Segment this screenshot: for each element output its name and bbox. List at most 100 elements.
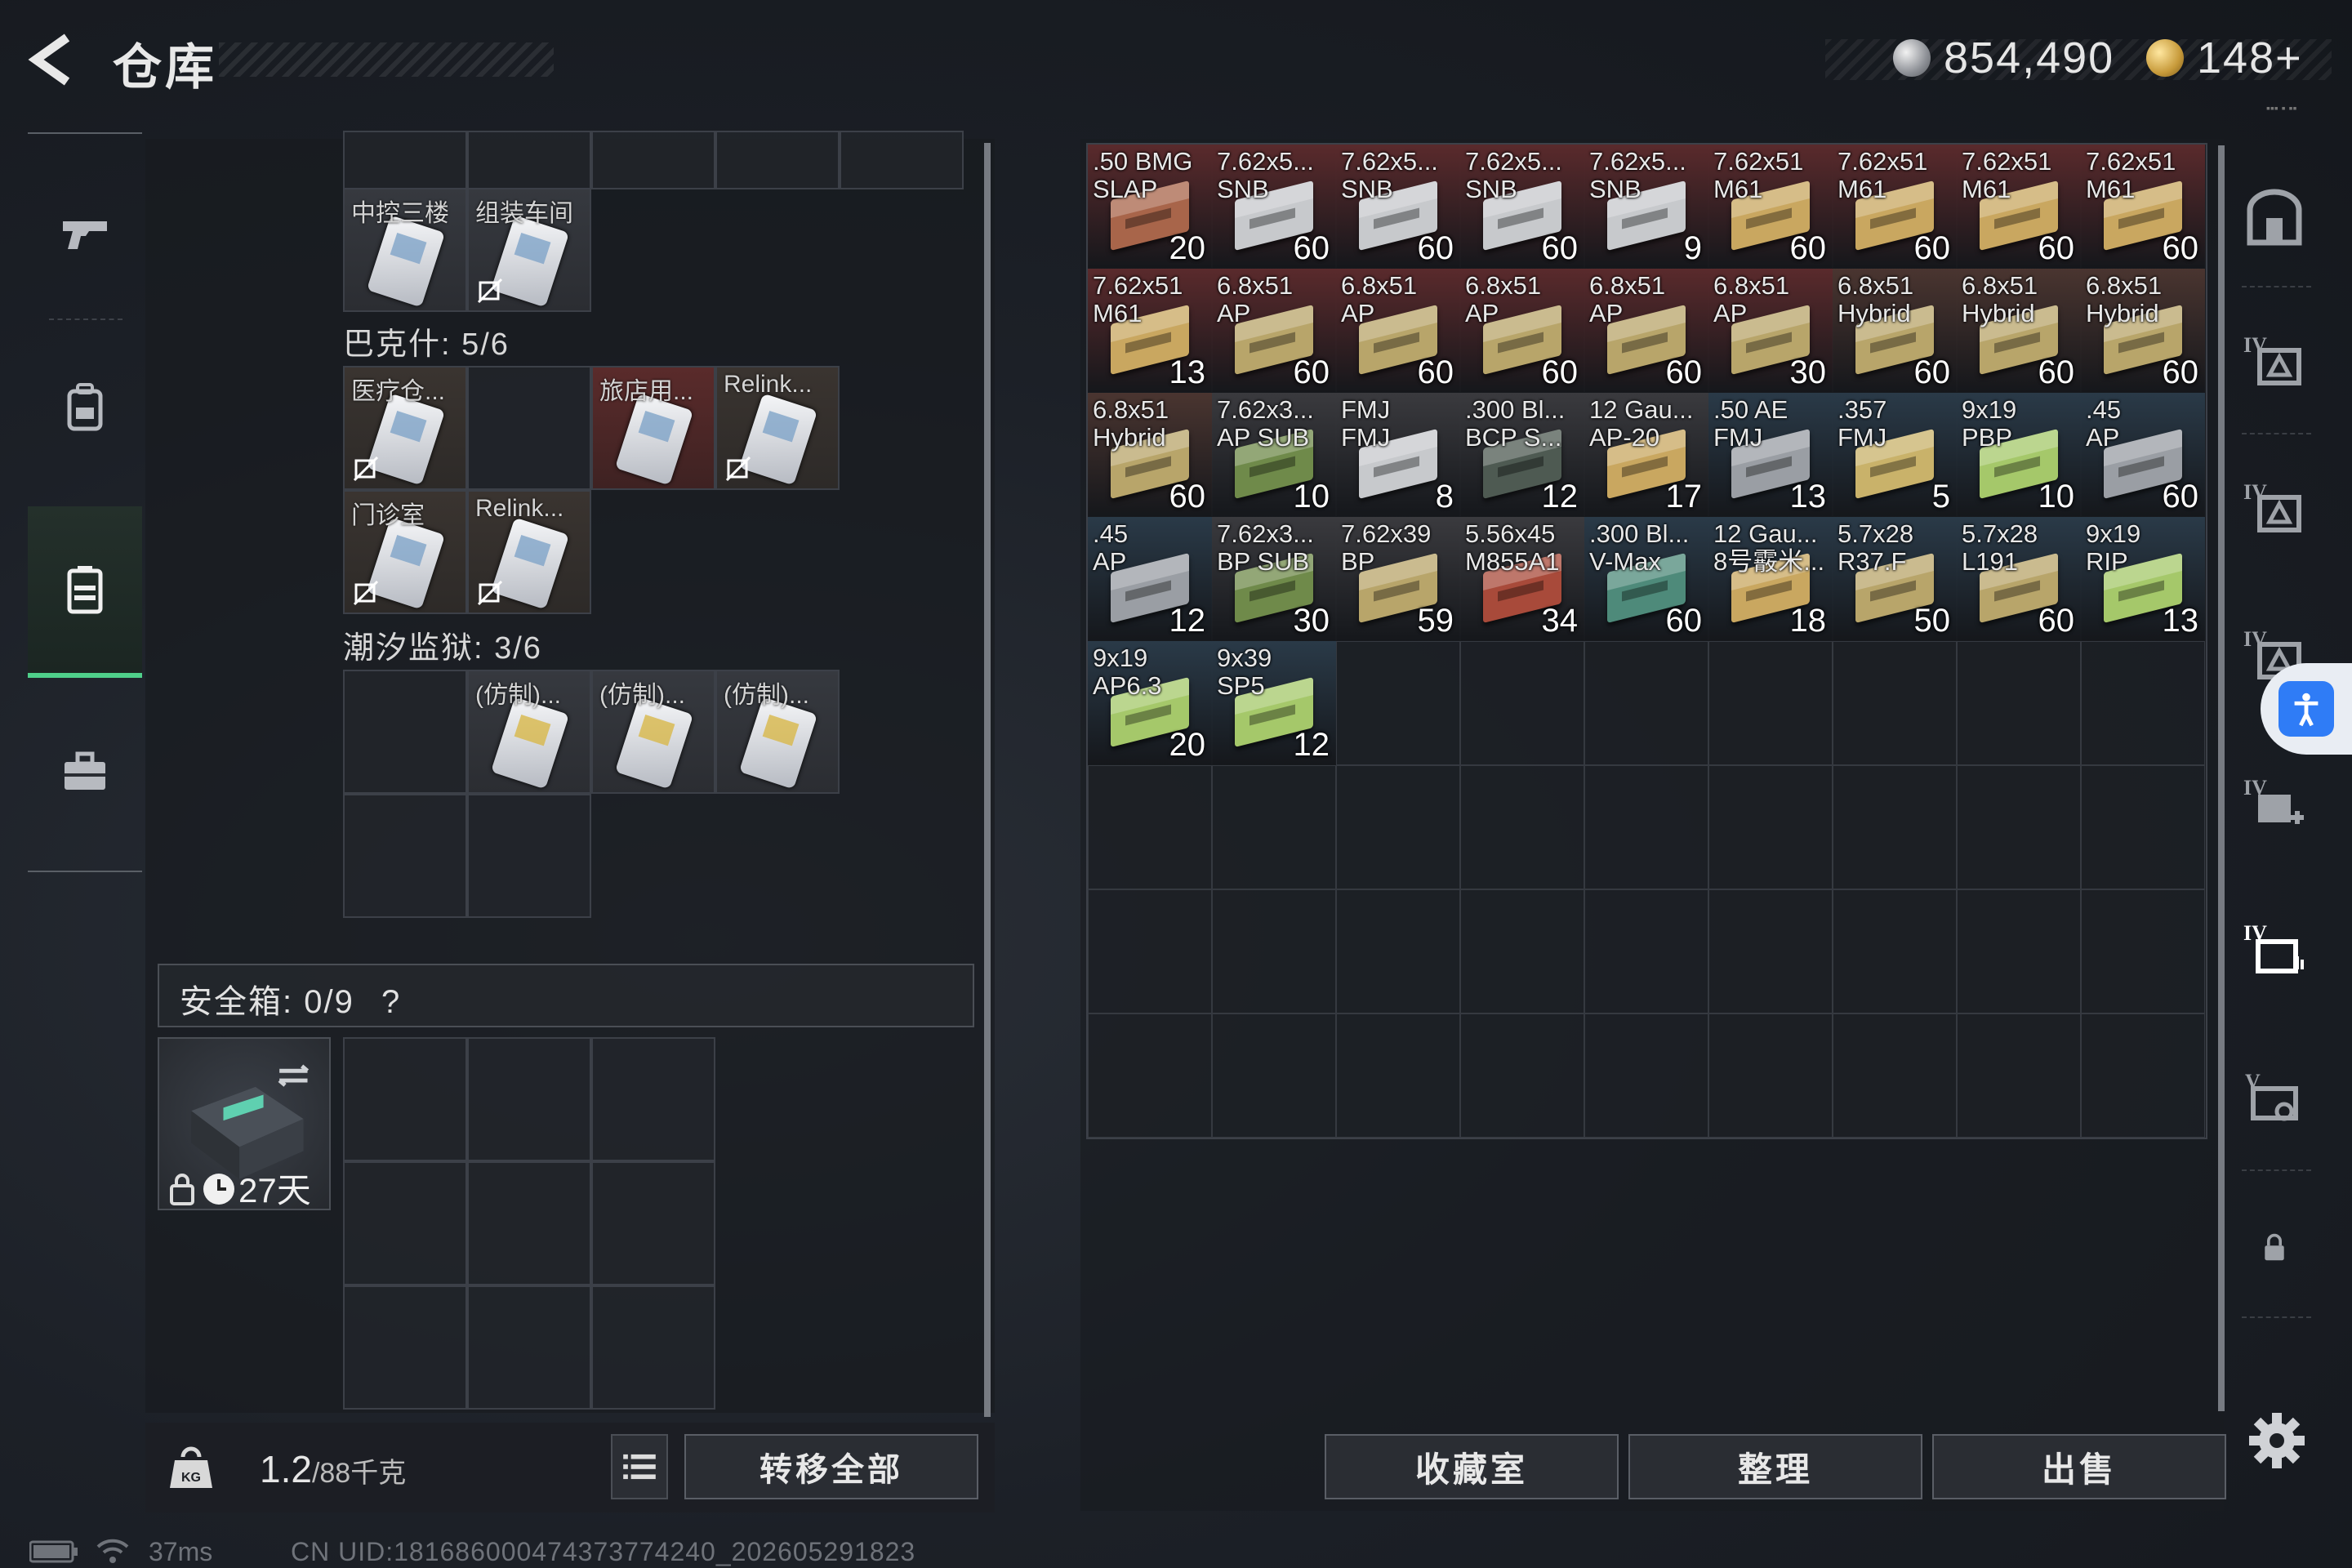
ammo-item[interactable]: 7.62x51 M61 60: [2081, 145, 2205, 269]
ammo-item[interactable]: .300 Bl... BCP S... 12: [1460, 393, 1584, 517]
ammo-item[interactable]: 6.8x51 AP 60: [1584, 269, 1708, 393]
tab-tier4-medkit[interactable]: IV: [2238, 768, 2311, 841]
tab-tier4-armor-2[interactable]: IV: [2238, 472, 2311, 546]
grid-cell: [1212, 765, 1336, 889]
safe-box-slot[interactable]: [591, 1037, 715, 1161]
keycard-icon: [490, 697, 570, 790]
ammo-item[interactable]: 7.62x51 M61 60: [1833, 145, 1957, 269]
ammo-item[interactable]: 6.8x51 Hybrid 60: [2081, 269, 2205, 393]
grid-cell: [1336, 1013, 1460, 1138]
ammo-item[interactable]: 12 Gau... AP-20 17: [1584, 393, 1708, 517]
ping-value: 37ms: [149, 1537, 213, 1566]
key-card-replica-3[interactable]: (仿制)...: [715, 670, 840, 794]
svg-text:IV: IV: [2243, 627, 2267, 651]
wifi-icon: [96, 1539, 129, 1563]
left-scrollbar-thumb[interactable]: [984, 143, 991, 1417]
safe-box-slot[interactable]: [467, 1161, 591, 1285]
ammo-item[interactable]: 6.8x51 AP 60: [1460, 269, 1584, 393]
safe-box-slot[interactable]: [343, 1161, 467, 1285]
ammo-item[interactable]: 6.8x51 AP 60: [1336, 269, 1460, 393]
ammo-item[interactable]: 6.8x51 AP 30: [1708, 269, 1833, 393]
ammo-item[interactable]: 6.8x51 Hybrid 60: [1833, 269, 1957, 393]
key-card-central-3f[interactable]: 中控三楼: [343, 188, 467, 312]
key-label: 医疗仓...: [351, 378, 446, 405]
safe-box-slot[interactable]: [343, 1285, 467, 1410]
settings-button[interactable]: [2244, 1408, 2310, 1473]
tab-storage[interactable]: [28, 506, 142, 678]
ammo-item[interactable]: FMJ FMJ 8: [1336, 393, 1460, 517]
ammo-item[interactable]: 6.8x51 Hybrid 60: [1957, 269, 2081, 393]
ammo-item[interactable]: 5.56x45 M855A1 34: [1460, 517, 1584, 641]
collection-room-button[interactable]: 收藏室: [1325, 1434, 1619, 1499]
ammo-item[interactable]: 7.62x51 M61 60: [1957, 145, 2081, 269]
key-card-replica-1[interactable]: (仿制)...: [467, 670, 591, 794]
tab-toolbox[interactable]: [28, 691, 142, 854]
list-view-button[interactable]: [611, 1434, 668, 1499]
tab-vault[interactable]: [2238, 181, 2311, 255]
ammo-item[interactable]: 7.62x5... SNB 60: [1336, 145, 1460, 269]
grid-cell: [1460, 641, 1584, 765]
ammo-item[interactable]: .357 FMJ 5: [1833, 393, 1957, 517]
ammo-quantity: 60: [2038, 603, 2075, 639]
grid-cell: [1088, 889, 1212, 1013]
ammo-item[interactable]: .50 BMG SLAP 20: [1088, 145, 1212, 269]
ammo-item[interactable]: .50 AE FMJ 13: [1708, 393, 1833, 517]
safe-box-slot[interactable]: [591, 1161, 715, 1285]
ammo-quantity: 60: [2038, 354, 2075, 390]
ammo-item[interactable]: .45 AP 60: [2081, 393, 2205, 517]
safe-box-slot[interactable]: [343, 1037, 467, 1161]
ammo-name: 7.62x5... SNB: [1465, 147, 1562, 203]
ammo-item[interactable]: 9x39 SP5 12: [1212, 641, 1336, 765]
toolbox-icon: [65, 751, 105, 790]
ammo-item[interactable]: 9x19 RIP 13: [2081, 517, 2205, 641]
grid-cell: [1833, 1013, 1957, 1138]
sell-button[interactable]: 出售: [1932, 1434, 2226, 1499]
key-card-assembly[interactable]: 组装车间: [467, 188, 591, 312]
ammo-item[interactable]: 7.62x5... SNB 60: [1460, 145, 1584, 269]
ammo-item[interactable]: .300 Bl... V-Max 60: [1584, 517, 1708, 641]
tab-tier4-armor-1[interactable]: IV: [2238, 325, 2311, 399]
organize-button[interactable]: 整理: [1628, 1434, 1922, 1499]
ammo-item[interactable]: 12 Gau... 8号霰米... 18: [1708, 517, 1833, 641]
right-scrollbar[interactable]: [2218, 145, 2225, 1411]
weight-display: 1.2/88千克: [260, 1447, 406, 1491]
key-card-replica-2[interactable]: (仿制)...: [591, 670, 715, 794]
transfer-all-button[interactable]: 转移全部: [684, 1434, 978, 1499]
ammo-item[interactable]: 7.62x39 BP 59: [1336, 517, 1460, 641]
key-slot[interactable]: [343, 131, 467, 189]
gold-currency-value[interactable]: 148+: [2197, 33, 2303, 83]
tab-locked[interactable]: [2238, 1210, 2311, 1284]
ammo-item[interactable]: 7.62x51 M61 60: [1708, 145, 1833, 269]
ammo-quantity: 20: [1169, 727, 1206, 763]
ammo-item[interactable]: 9x19 AP6.3 20: [1088, 641, 1212, 765]
key-card-medical[interactable]: 医疗仓...: [343, 366, 467, 490]
tab-weapons[interactable]: [28, 150, 142, 314]
ammo-item[interactable]: 9x19 PBP 10: [1957, 393, 2081, 517]
ammo-item[interactable]: 6.8x51 Hybrid 60: [1088, 393, 1212, 517]
safe-box-slot[interactable]: [591, 1285, 715, 1410]
tab-tier4-ammo-case[interactable]: IV: [2238, 913, 2311, 987]
ammo-item[interactable]: 5.7x28 L191 60: [1957, 517, 2081, 641]
ammo-item[interactable]: 6.8x51 AP 60: [1212, 269, 1336, 393]
key-card-relink-1[interactable]: Relink...: [715, 366, 840, 490]
ammo-quantity: 60: [1417, 354, 1454, 390]
back-button[interactable]: [24, 31, 82, 88]
safe-box-help-icon[interactable]: ?: [381, 984, 401, 1020]
key-card-relink-2[interactable]: Relink...: [467, 490, 591, 614]
tab-equipment[interactable]: [28, 327, 142, 490]
accessibility-icon-wrap: [2278, 681, 2334, 737]
ammo-item[interactable]: 7.62x3... BP SUB 30: [1212, 517, 1336, 641]
safe-box-slot[interactable]: [467, 1037, 591, 1161]
key-card-hotel[interactable]: 旅店用...: [591, 366, 715, 490]
ammo-item[interactable]: 7.62x5... SNB 60: [1212, 145, 1336, 269]
ammo-item[interactable]: 5.7x28 R37.F 50: [1833, 517, 1957, 641]
safe-box-slot[interactable]: [467, 1285, 591, 1410]
ammo-item[interactable]: 7.62x5... SNB 9: [1584, 145, 1708, 269]
ammo-item[interactable]: 7.62x51 M61 13: [1088, 269, 1212, 393]
tier4-armor-icon: IV: [2243, 480, 2301, 532]
key-card-clinic[interactable]: 门诊室: [343, 490, 467, 614]
tab-tier5-keycard[interactable]: V: [2238, 1062, 2311, 1135]
ammo-item[interactable]: .45 AP 12: [1088, 517, 1212, 641]
keycard-icon: [614, 393, 694, 486]
ammo-item[interactable]: 7.62x3... AP SUB 10: [1212, 393, 1336, 517]
